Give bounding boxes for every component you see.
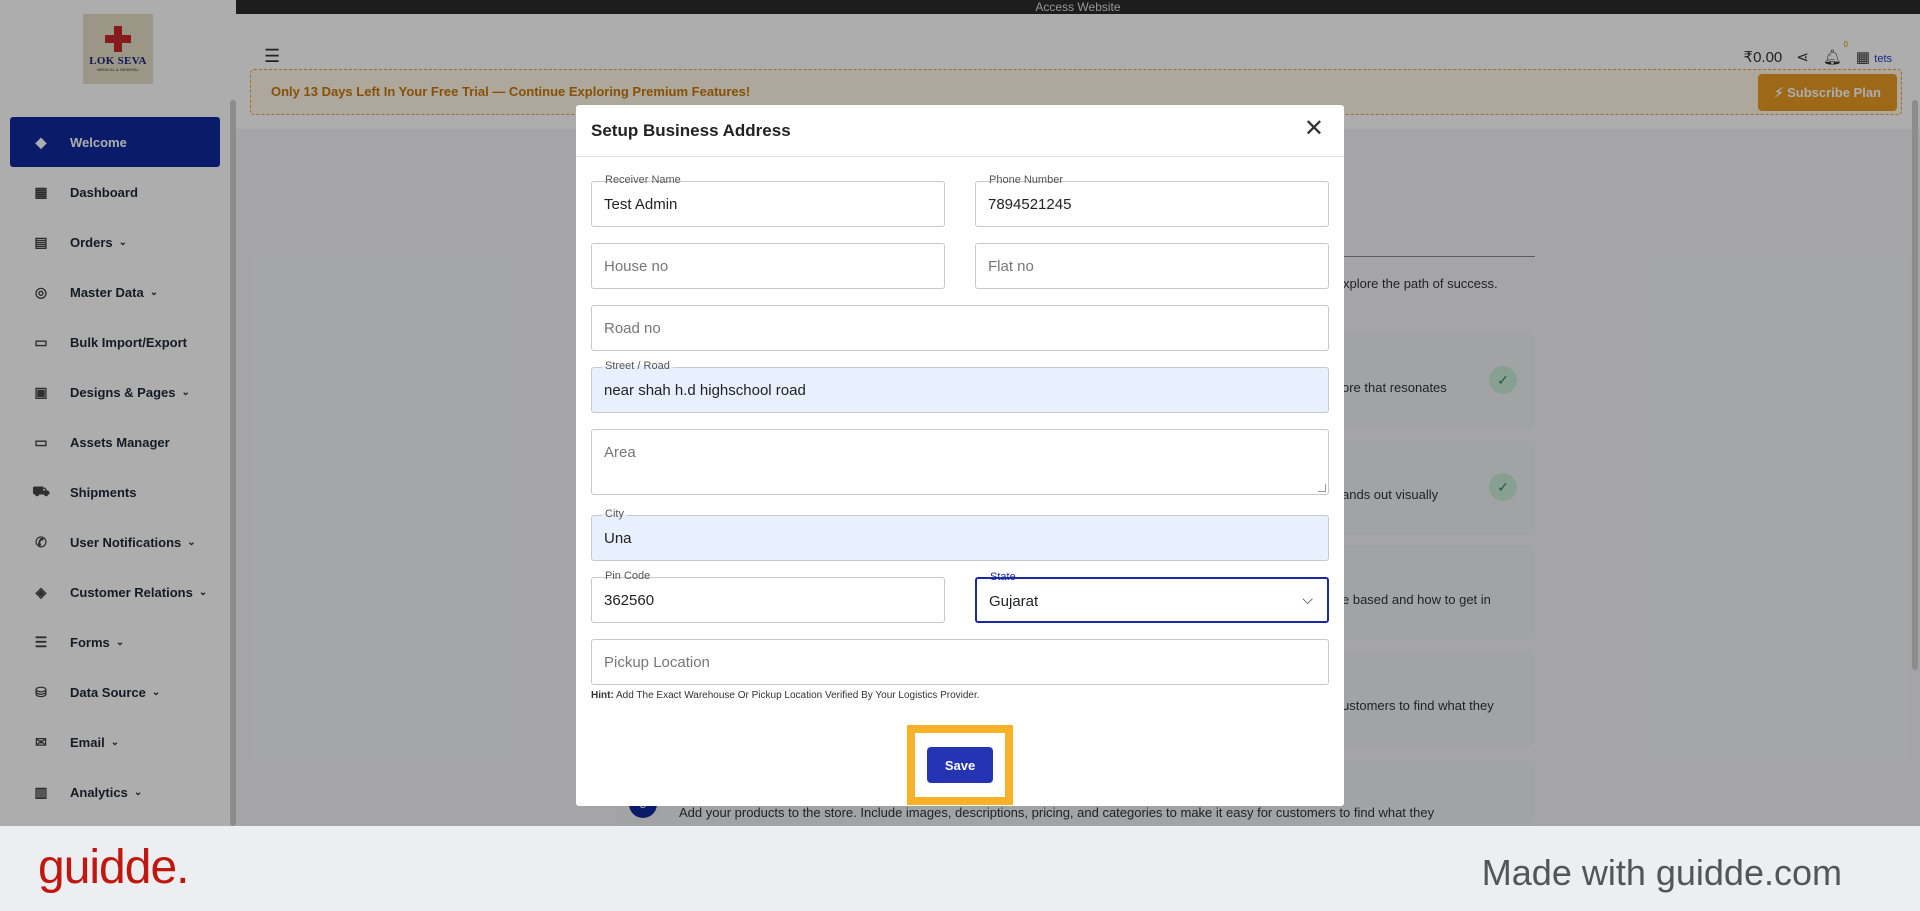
field-placeholder: Road no — [604, 320, 661, 337]
modal-header: Setup Business Address ✕ — [576, 105, 1344, 157]
field-label: Phone Number — [986, 174, 1066, 186]
road-no-field[interactable]: Road no — [591, 305, 1329, 351]
field-placeholder: Area — [604, 444, 636, 461]
flat-no-field[interactable]: Flat no — [975, 243, 1329, 289]
guidde-logo: guidde. — [38, 841, 189, 894]
house-no-field[interactable]: House no — [591, 243, 945, 289]
field-label: Receiver Name — [602, 174, 684, 186]
save-highlight: Save — [907, 725, 1013, 805]
modal-title: Setup Business Address — [591, 121, 791, 140]
setup-business-address-modal: Setup Business Address ✕ Receiver Name T… — [576, 105, 1344, 806]
field-value: Test Admin — [604, 196, 678, 213]
save-button[interactable]: Save — [927, 747, 993, 783]
field-placeholder: House no — [604, 258, 669, 275]
field-value: 362560 — [604, 592, 655, 609]
field-value: 7894521245 — [988, 196, 1072, 213]
area-textarea[interactable]: Area — [591, 429, 1329, 495]
close-icon[interactable]: ✕ — [1304, 117, 1324, 141]
chevron-down-icon: ⌵ — [1302, 591, 1313, 607]
field-value: Una — [604, 530, 632, 547]
pickup-hint: Hint: Add The Exact Warehouse Or Pickup … — [591, 690, 980, 701]
hint-text: Add The Exact Warehouse Or Pickup Locati… — [613, 690, 980, 701]
field-value: near shah h.d highschool road — [604, 382, 806, 399]
field-label: Street / Road — [602, 360, 673, 372]
field-label: Pin Code — [602, 570, 654, 582]
resize-handle-icon[interactable] — [1318, 484, 1326, 492]
state-select[interactable]: State Gujarat ⌵ — [975, 571, 1329, 623]
field-placeholder: Pickup Location — [604, 654, 710, 671]
receiver-name-field[interactable]: Receiver Name Test Admin — [591, 174, 945, 227]
street-road-field[interactable]: Street / Road near shah h.d highschool r… — [591, 360, 1329, 413]
guidde-footer: guidde. Made with guidde.com — [0, 826, 1920, 911]
field-value: Gujarat — [989, 593, 1039, 610]
field-label: State — [987, 571, 1019, 583]
field-placeholder: Flat no — [988, 258, 1034, 275]
made-with-text: Made with guidde.com — [1481, 852, 1842, 893]
field-label: City — [602, 508, 627, 520]
pin-code-field[interactable]: Pin Code 362560 — [591, 570, 945, 623]
city-field[interactable]: City Una — [591, 508, 1329, 561]
pickup-location-field[interactable]: Pickup Location — [591, 639, 1329, 685]
phone-number-field[interactable]: Phone Number 7894521245 — [975, 174, 1329, 227]
hint-label: Hint: — [591, 690, 614, 701]
